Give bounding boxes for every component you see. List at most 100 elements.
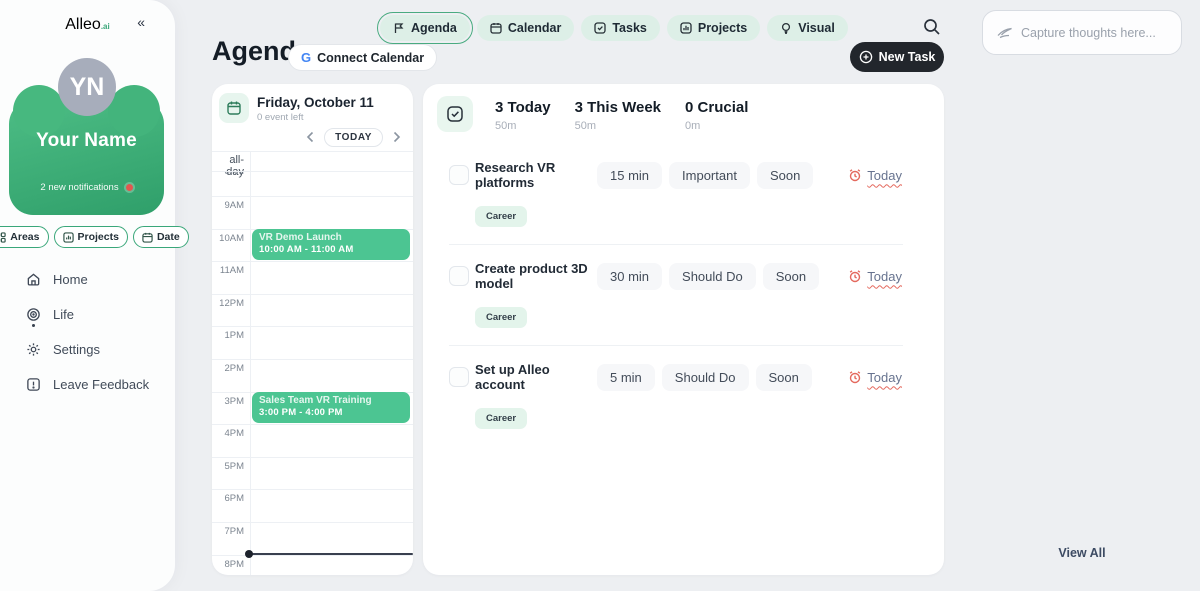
task-checkbox[interactable] <box>449 266 469 286</box>
hour-row: 7PM <box>212 522 413 555</box>
task-stats: 3 Today 50m 3 This Week 50m 0 Crucial 0m <box>423 84 944 132</box>
sidebar-item-home[interactable]: Home <box>26 262 167 297</box>
logo-suffix: .ai <box>101 22 110 31</box>
stat-label: This Week <box>587 99 661 116</box>
projects-filter-label: Projects <box>78 231 119 243</box>
tab-calendar[interactable]: Calendar <box>477 15 575 41</box>
hour-row: 6PM <box>212 489 413 522</box>
tab-label: Visual <box>798 21 835 35</box>
today-button[interactable]: TODAY <box>324 128 383 147</box>
sidebar-filter-row: Areas Projects Date <box>0 226 175 248</box>
feedback-icon <box>26 377 41 392</box>
priority-pill[interactable]: Should Do <box>662 364 749 391</box>
duration-pill[interactable]: 5 min <box>597 364 655 391</box>
day-panel: Friday, October 11 0 event left TODAY al… <box>212 84 413 575</box>
calendar-icon <box>490 22 502 34</box>
check-square-icon <box>594 22 606 34</box>
alarm-icon <box>848 269 862 283</box>
event-time: 3:00 PM - 4:00 PM <box>259 407 403 418</box>
duration-pill[interactable]: 15 min <box>597 162 662 189</box>
hour-label: 1PM <box>212 330 244 341</box>
day-header-text: Friday, October 11 0 event left <box>257 93 374 123</box>
urgency-pill[interactable]: Soon <box>757 162 813 189</box>
hour-label: 10AM <box>212 233 244 244</box>
sidebar-item-life[interactable]: Life <box>26 297 167 332</box>
connect-calendar-button[interactable]: G Connect Calendar <box>288 44 437 71</box>
hour-row: 11AM <box>212 261 413 294</box>
logo: Alleo.ai <box>0 0 175 34</box>
user-card: Your Name 2 new notifications <box>9 100 164 215</box>
new-task-button[interactable]: New Task <box>850 42 944 72</box>
sidebar-item-settings[interactable]: Settings <box>26 332 167 367</box>
notification-dot-icon <box>126 184 133 191</box>
task-checkbox[interactable] <box>449 367 469 387</box>
chevron-left-icon[interactable] <box>306 131 315 143</box>
urgency-pill[interactable]: Soon <box>763 263 819 290</box>
priority-pill[interactable]: Should Do <box>669 263 756 290</box>
projects-filter-button[interactable]: Projects <box>54 226 128 248</box>
due-badge[interactable]: Today <box>848 370 902 385</box>
sidebar-item-leave-feedback[interactable]: Leave Feedback <box>26 367 167 402</box>
tab-visual[interactable]: Visual <box>767 15 848 41</box>
tab-projects[interactable]: Projects <box>667 15 760 41</box>
tab-agenda[interactable]: Agenda <box>380 15 470 41</box>
date-filter-label: Date <box>157 231 180 243</box>
day-header: Friday, October 11 0 event left <box>212 84 413 123</box>
due-label: Today <box>867 168 902 183</box>
task-tag[interactable]: Career <box>475 206 527 227</box>
search-icon[interactable] <box>922 17 942 37</box>
bar-chart-icon <box>63 232 74 243</box>
view-all-link[interactable]: View All <box>1050 546 1114 560</box>
hour-label: 4PM <box>212 428 244 439</box>
collapse-sidebar-icon[interactable]: « <box>137 14 145 30</box>
lightbulb-icon <box>780 22 792 34</box>
events-left: 0 event left <box>257 112 374 123</box>
logo-text: Alleo <box>65 16 101 33</box>
all-day-row: all-day <box>212 151 413 171</box>
notifications-row[interactable]: 2 new notifications <box>9 182 164 193</box>
stat-duration: 50m <box>495 120 551 132</box>
capture-thoughts-input[interactable] <box>1021 26 1167 40</box>
event-title: Sales Team VR Training <box>259 395 403 406</box>
task-tag[interactable]: Career <box>475 307 527 328</box>
calendar-event[interactable]: VR Demo Launch 10:00 AM - 11:00 AM <box>252 229 410 260</box>
app-root: Alleo.ai « YN Your Name 2 new notificati… <box>0 0 1200 591</box>
user-name: Your Name <box>9 130 164 152</box>
due-badge[interactable]: Today <box>848 168 902 183</box>
event-title: VR Demo Launch <box>259 232 403 243</box>
hour-label: 7PM <box>212 526 244 537</box>
due-badge[interactable]: Today <box>848 269 902 284</box>
stat-label: Crucial <box>698 99 749 116</box>
avatar[interactable]: YN <box>58 58 116 116</box>
hour-row: 8AM <box>212 171 413 196</box>
hour-label: 9AM <box>212 200 244 211</box>
hour-row: 1PM <box>212 326 413 359</box>
divider <box>449 345 903 346</box>
chevron-right-icon[interactable] <box>392 131 401 143</box>
hour-label: 12PM <box>212 298 244 309</box>
calendar-event[interactable]: Sales Team VR Training 3:00 PM - 4:00 PM <box>252 392 410 423</box>
tab-tasks[interactable]: Tasks <box>581 15 660 41</box>
urgency-pill[interactable]: Soon <box>756 364 812 391</box>
top-tabs: Agenda Calendar Tasks Projects Visual <box>380 15 848 41</box>
areas-button[interactable]: Areas <box>0 226 49 248</box>
hour-label: 2PM <box>212 363 244 374</box>
task-title[interactable]: Set up Alleo account <box>475 362 597 392</box>
notifications-label: 2 new notifications <box>40 182 118 193</box>
task-title[interactable]: Create product 3D model <box>475 261 597 291</box>
bar-chart-icon <box>680 22 692 34</box>
task-tag[interactable]: Career <box>475 408 527 429</box>
hour-label: 3PM <box>212 396 244 407</box>
stat-count: 0 <box>685 99 693 116</box>
tab-label: Tasks <box>612 21 647 35</box>
sidebar-item-label: Leave Feedback <box>53 377 149 392</box>
date-filter-button[interactable]: Date <box>133 226 189 248</box>
priority-pill[interactable]: Important <box>669 162 750 189</box>
task-row: Create product 3D model 30 min Should Do… <box>423 247 944 328</box>
check-square-icon <box>437 96 473 132</box>
task-checkbox[interactable] <box>449 165 469 185</box>
capture-thoughts-box <box>982 10 1182 55</box>
day-nav: TODAY <box>212 123 413 147</box>
task-title[interactable]: Research VR platforms <box>475 160 597 190</box>
duration-pill[interactable]: 30 min <box>597 263 662 290</box>
